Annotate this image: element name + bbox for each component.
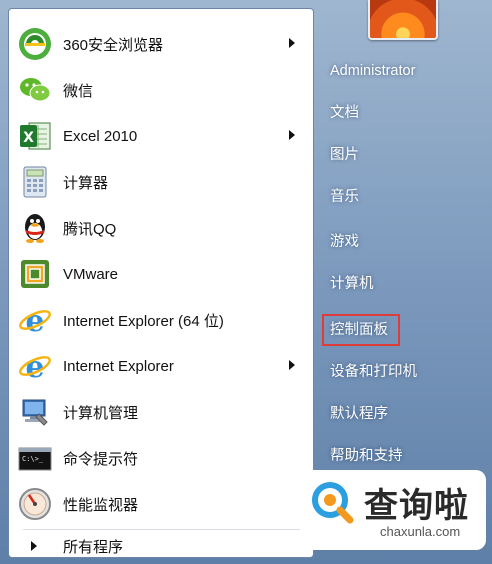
program-vmware[interactable]: VMware [17,255,305,293]
program-qq[interactable]: 腾讯QQ [17,209,305,247]
all-programs-label: 所有程序 [63,538,124,556]
ie-icon: e [17,302,53,339]
program-label: 计算器 [63,174,109,192]
music-link[interactable]: 音乐 [330,184,359,210]
submenu-arrow-icon [289,38,295,48]
submenu-arrow-icon [289,130,295,140]
program-label: 微信 [63,82,94,100]
highlight-box [322,314,400,346]
program-label: 计算机管理 [63,404,139,422]
program-label: 性能监视器 [63,496,139,514]
command-prompt-icon: C:\>_ [17,440,53,476]
start-menu: 360安全浏览器 微信 X Excel 2010 计算器 腾讯QQ VMware… [0,0,492,564]
program-label: 腾讯QQ [63,220,117,238]
excel-icon: X [17,118,53,154]
program-internet-explorer[interactable]: e Internet Explorer [17,347,305,385]
default-programs-link[interactable]: 默认程序 [330,401,388,427]
performance-monitor-icon [17,486,53,522]
program-label: Excel 2010 [63,127,138,145]
program-360-browser[interactable]: 360安全浏览器 [17,25,305,63]
program-computer-management[interactable]: 计算机管理 [17,393,305,431]
vmware-icon [17,256,53,292]
qq-icon [17,210,53,246]
watermark: 查询啦 chaxunla.com [300,470,486,550]
divider [23,529,303,530]
svg-text:e: e [25,304,44,338]
magnifier-logo-icon [310,480,354,524]
program-label: 命令提示符 [63,450,139,468]
program-command-prompt[interactable]: C:\>_ 命令提示符 [17,439,305,477]
program-performance-monitor[interactable]: 性能监视器 [17,485,305,523]
submenu-arrow-icon [289,360,295,370]
wechat-icon [17,72,53,108]
user-picture[interactable] [368,0,438,40]
svg-text:C:\>_: C:\>_ [22,455,44,463]
user-folder-link[interactable]: Administrator [330,58,415,84]
programs-panel: 360安全浏览器 微信 X Excel 2010 计算器 腾讯QQ VMware… [8,8,314,558]
watermark-title: 查询啦 [364,486,469,526]
program-label: VMware [63,265,119,283]
calculator-icon [17,164,53,200]
program-excel-2010[interactable]: X Excel 2010 [17,117,305,155]
program-label: 360安全浏览器 [63,36,164,54]
program-wechat[interactable]: 微信 [17,71,305,109]
program-internet-explorer-64[interactable]: e Internet Explorer (64 位) [17,301,305,339]
ie-icon: e [17,348,53,385]
help-and-support-link[interactable]: 帮助和支持 [330,443,403,469]
computer-management-icon [17,394,53,430]
games-link[interactable]: 游戏 [330,229,359,255]
expand-arrow-icon [31,541,37,551]
devices-and-printers-link[interactable]: 设备和打印机 [330,359,417,385]
program-label: Internet Explorer [63,357,174,375]
computer-link[interactable]: 计算机 [330,271,374,297]
svg-text:e: e [25,350,44,384]
360-browser-icon [17,26,53,62]
svg-text:X: X [23,130,34,146]
all-programs-button[interactable]: 所有程序 [17,533,305,559]
program-label: Internet Explorer (64 位) [63,312,224,330]
documents-link[interactable]: 文档 [330,100,359,126]
program-calculator[interactable]: 计算器 [17,163,305,201]
watermark-subtitle: chaxunla.com [380,524,461,539]
pictures-link[interactable]: 图片 [330,142,359,168]
